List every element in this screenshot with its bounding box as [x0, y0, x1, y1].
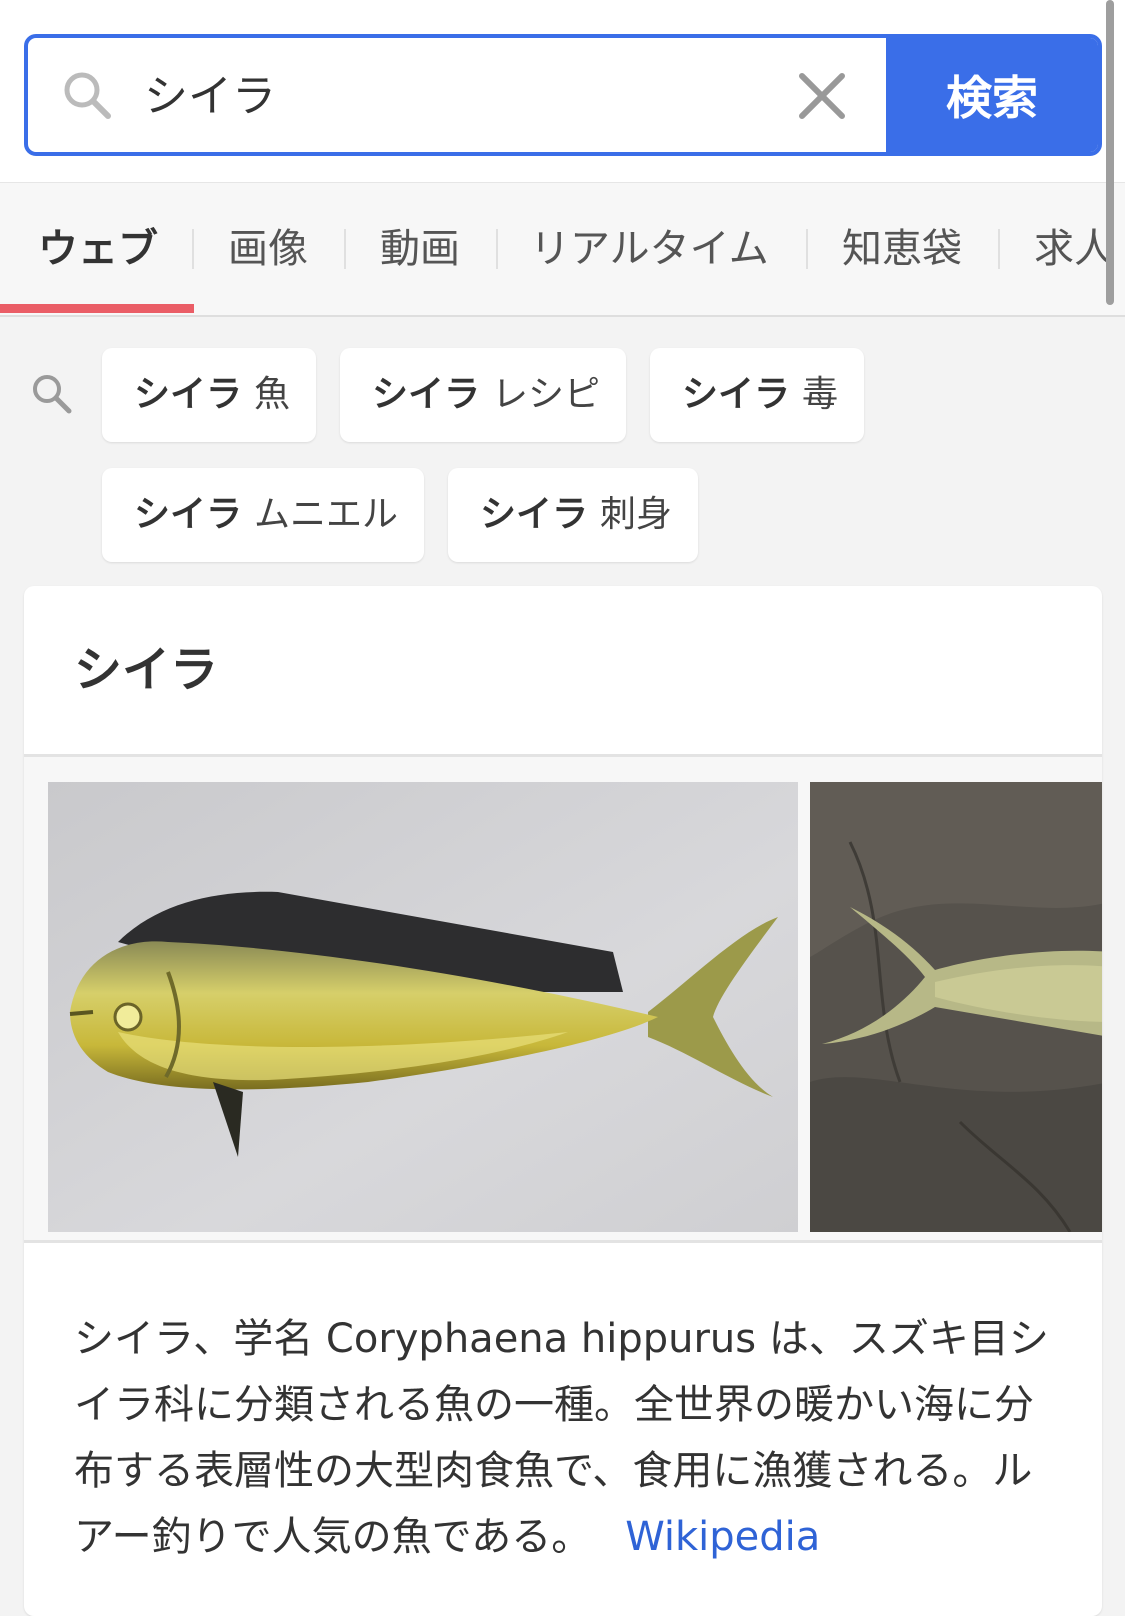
- related-search-chip[interactable]: シイラ ムニエル: [102, 468, 424, 562]
- tab-chiebukuro[interactable]: 知恵袋: [842, 183, 962, 315]
- tab-separator: [806, 229, 808, 269]
- related-search-chip[interactable]: シイラ 刺身: [448, 468, 698, 562]
- chip-suffix: ムニエル: [254, 494, 399, 535]
- header: 検索: [0, 0, 1125, 183]
- tab-images[interactable]: 画像: [228, 183, 308, 315]
- tab-separator: [192, 229, 194, 269]
- search-icon: [60, 68, 116, 124]
- tab-web[interactable]: ウェブ: [38, 183, 158, 315]
- related-search-chip[interactable]: シイラ レシピ: [340, 348, 626, 442]
- chip-query: シイラ: [480, 494, 589, 535]
- suggest-search-icon: [28, 370, 76, 418]
- knowledge-title: シイラ: [74, 642, 219, 698]
- search-input[interactable]: [142, 60, 786, 134]
- chip-query: シイラ: [372, 374, 481, 415]
- chip-suffix: レシピ: [492, 374, 601, 415]
- related-search-chip[interactable]: シイラ魚: [102, 348, 316, 442]
- related-search-chip[interactable]: シイラ毒: [650, 348, 864, 442]
- chip-query: シイラ: [682, 374, 791, 415]
- chip-query: シイラ: [134, 494, 243, 535]
- image-carousel[interactable]: [24, 757, 1102, 1240]
- chip-suffix: 魚: [254, 374, 291, 415]
- search-tabs: ウェブ 画像 動画 リアルタイム 知恵袋 求人: [0, 183, 1125, 317]
- chip-query: シイラ: [134, 374, 243, 415]
- tab-videos[interactable]: 動画: [380, 183, 460, 315]
- tab-separator: [496, 229, 498, 269]
- active-tab-indicator: [0, 304, 194, 313]
- description-text: シイラ、学名 Coryphaena hippurus は、スズキ目シイラ科に分類…: [74, 1316, 1049, 1560]
- chip-suffix: 刺身: [600, 494, 673, 535]
- tab-jobs[interactable]: 求人: [1034, 183, 1114, 315]
- fish-image[interactable]: [48, 782, 798, 1232]
- knowledge-description: シイラ、学名 Coryphaena hippurus は、スズキ目シイラ科に分類…: [74, 1306, 1064, 1570]
- divider: [24, 1240, 1102, 1243]
- wikipedia-link[interactable]: Wikipedia: [625, 1514, 820, 1560]
- search-button[interactable]: 検索: [886, 38, 1098, 152]
- knowledge-card: シイラ シイラ、学名 Coryphaena hippurus は、スズキ目シイラ…: [24, 586, 1102, 1616]
- tab-realtime[interactable]: リアルタイム: [530, 183, 769, 315]
- tab-separator: [998, 229, 1000, 269]
- clear-icon[interactable]: [794, 68, 850, 124]
- search-box: 検索: [24, 34, 1102, 156]
- fish-image[interactable]: [810, 782, 1102, 1232]
- scrollbar[interactable]: [1106, 0, 1114, 305]
- tab-separator: [344, 229, 346, 269]
- chip-suffix: 毒: [802, 374, 839, 415]
